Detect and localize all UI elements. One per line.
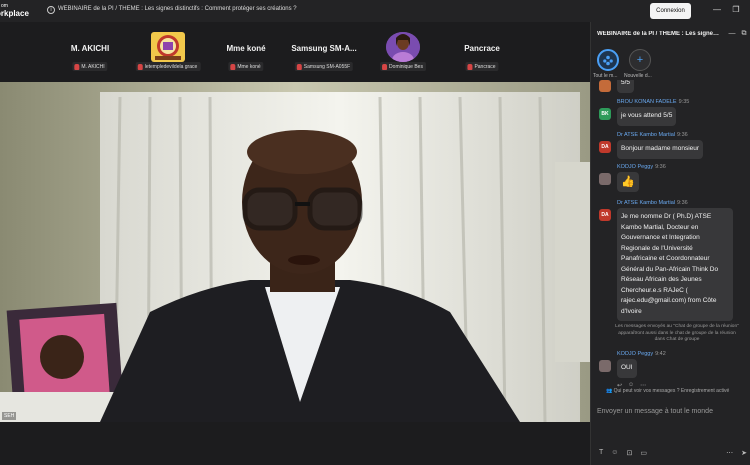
message-bubble: 👍 <box>617 172 639 192</box>
participant-tile[interactable]: Pancrace Pancrace <box>438 22 526 80</box>
group-icon <box>603 55 613 66</box>
file-icon[interactable]: ▭ <box>640 449 647 459</box>
participant-tile[interactable]: Mme koné Mme koné <box>202 22 290 80</box>
bottom-bar <box>0 422 590 465</box>
new-chat-label: Nouvelle d... <box>624 73 652 79</box>
message-sender: KODJO Peggy 9:42 <box>617 351 666 357</box>
restore-window-icon[interactable]: ❐ <box>731 5 741 15</box>
avatar <box>386 32 420 62</box>
participant-label: M. AKICHI <box>72 62 108 71</box>
avatar: BK <box>599 108 611 120</box>
avatar: DA <box>599 141 611 153</box>
participant-label: Dominique Bes <box>380 62 426 71</box>
avatar <box>599 360 611 372</box>
minimize-chat-icon[interactable]: — <box>728 30 736 38</box>
plus-icon: + <box>636 54 644 66</box>
avatar <box>599 80 611 92</box>
participant-tile[interactable]: letempledevildela grace <box>124 22 212 80</box>
mic-off-icon <box>467 63 473 70</box>
minimize-icon[interactable]: — <box>712 5 722 15</box>
participant-label: Samsung SM-A055F <box>294 62 354 71</box>
video-name-label: SEH <box>2 412 17 420</box>
participant-label: letempledevildela grace <box>135 62 201 71</box>
message-list[interactable]: 5/5 BROU KONAN FADELE 9:35 BK je vous att… <box>591 80 750 392</box>
info-icon[interactable]: i <box>47 6 55 14</box>
message-bubble: Bonjour madame monsieur <box>617 140 704 159</box>
participant-name: Samsung SM-A... <box>291 44 357 53</box>
title-bar: om orkplace i WEBINAIRE de la PI / THEME… <box>0 0 750 22</box>
send-icon[interactable]: ➤ <box>741 449 747 459</box>
tab-everyone[interactable] <box>597 49 619 71</box>
screenshot-icon[interactable]: ⊡ <box>626 449 632 459</box>
speaker-video-frame <box>0 82 590 422</box>
message-sender: Dr ATSE Kambo Martial 9:36 <box>617 200 688 206</box>
composer-toolbar: T ☺ ⊡ ▭ ⋯ ➤ <box>599 449 747 459</box>
system-note: Les messages envoyés au "Chat de groupe … <box>615 324 739 342</box>
avatar <box>151 32 185 62</box>
app-logo: om orkplace <box>0 3 29 18</box>
message-bubble: 5/5 <box>617 80 635 93</box>
participant-tile[interactable]: Samsung SM-A... Samsung SM-A055F <box>280 22 368 80</box>
chat-header: WEBINAIRE de la PI / THEME : Les signes … <box>591 22 750 48</box>
participant-tile[interactable]: Dominique Bes <box>359 22 447 80</box>
format-text-icon[interactable]: T <box>599 449 603 459</box>
participant-label: Mme koné <box>228 62 264 71</box>
mic-off-icon <box>230 63 236 70</box>
message-visibility-notice[interactable]: 👥 Qui peut voir vos messages ? Enregistr… <box>606 388 750 394</box>
participant-name: Mme koné <box>226 44 266 53</box>
message-sender: Dr ATSE Kambo Martial 9:36 <box>617 132 688 138</box>
chat-title: WEBINAIRE de la PI / THEME : Les signes … <box>597 31 721 37</box>
avatar: DA <box>599 209 611 221</box>
participant-name: Pancrace <box>464 44 500 53</box>
tab-everyone-label: Tout le m... <box>593 73 618 79</box>
message-input[interactable]: Envoyer un message à tout le monde <box>597 408 713 415</box>
new-chat-button[interactable]: + <box>629 49 651 71</box>
people-icon: 👥 <box>606 388 614 394</box>
avatar <box>599 173 611 185</box>
mic-off-icon <box>296 63 302 70</box>
meeting-title: WEBINAIRE de la PI / THEME : Les signes … <box>58 6 297 12</box>
more-options-icon[interactable]: ⋯ <box>726 449 733 459</box>
message-sender: BROU KONAN FADELE 9:35 <box>617 99 690 105</box>
participant-label: Pancrace <box>465 62 499 71</box>
pop-out-icon[interactable]: ⧉ <box>740 30 748 38</box>
participant-name: M. AKICHI <box>70 44 110 53</box>
mic-off-icon <box>137 63 143 70</box>
login-button[interactable]: Connexion <box>650 3 691 19</box>
mic-off-icon <box>382 63 388 70</box>
message-sender: KODJO Peggy 9:36 <box>617 164 666 170</box>
emoji-icon[interactable]: ☺ <box>611 449 618 459</box>
message-bubble: Je me nomme Dr ( Ph.D) ATSE Kambo Martia… <box>617 208 733 321</box>
main-video[interactable]: SEH <box>0 82 590 422</box>
chat-panel: WEBINAIRE de la PI / THEME : Les signes … <box>590 22 750 465</box>
message-bubble: je vous attend 5/5 <box>617 107 677 126</box>
message-bubble: OUI <box>617 359 637 378</box>
participant-strip: M. AKICHI M. AKICHI letempledevildela gr… <box>0 22 590 82</box>
participant-tile[interactable]: M. AKICHI M. AKICHI <box>46 22 134 80</box>
mic-off-icon <box>74 63 80 70</box>
